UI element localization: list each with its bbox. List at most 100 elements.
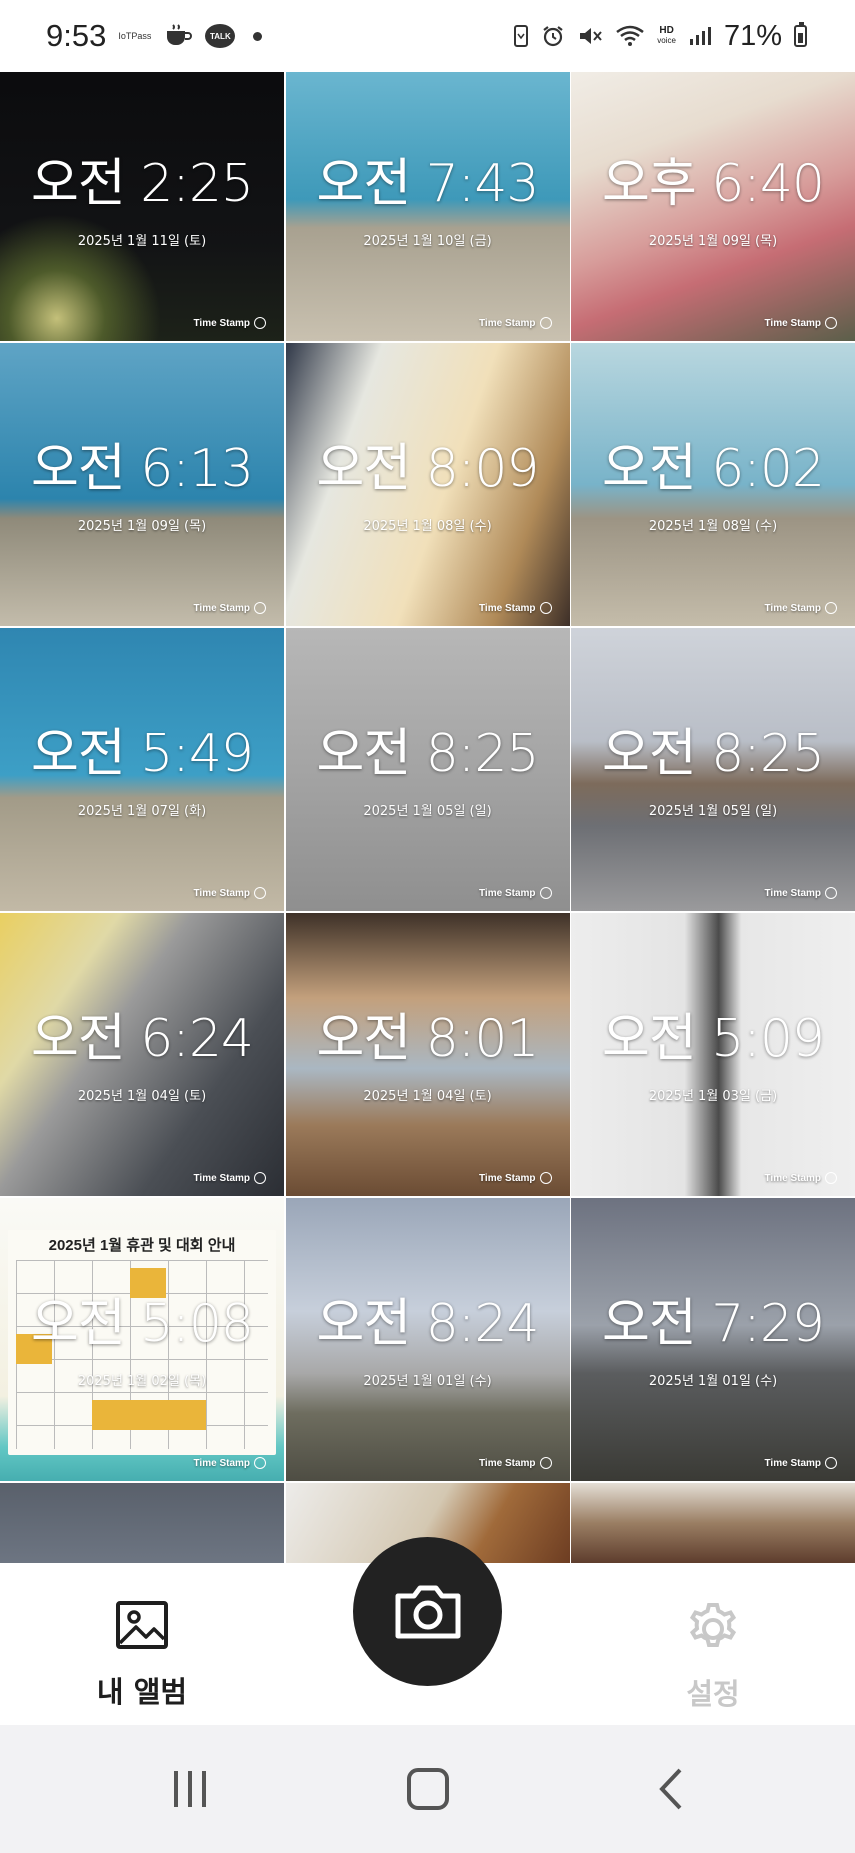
status-time: 9:53	[46, 18, 107, 53]
coffee-cup-icon	[163, 23, 193, 49]
photo-tile[interactable]: 오전 5:49 2025년 1월 07일 (화) Time Stamp	[0, 628, 284, 911]
photo-date: 2025년 1월 11일 (토)	[77, 234, 207, 249]
photo-time: 오전 8:25	[316, 724, 540, 784]
clock-icon	[539, 602, 552, 614]
photo-grid: 오전 2:25 2025년 1월 11일 (토) Time Stamp 오전 7…	[0, 58, 855, 1565]
timestamp-watermark: Time Stamp	[479, 1457, 552, 1469]
photo-tile[interactable]: 오전 7:29 2025년 1월 01일 (수) Time Stamp	[571, 1198, 855, 1481]
status-left: 9:53 IoTPass TALK	[46, 18, 263, 54]
clock-icon	[825, 1172, 837, 1184]
voice-label: voice	[657, 36, 676, 45]
nav-my-album[interactable]: 내 앨범	[72, 1599, 212, 1711]
photo-date: 2025년 1월 05일 (일)	[648, 804, 778, 819]
photo-time: 오전 5:09	[602, 1009, 825, 1069]
back-button[interactable]	[640, 1763, 700, 1815]
recent-apps-button[interactable]	[160, 1763, 220, 1815]
stamp-label: Time Stamp	[479, 1172, 536, 1184]
photo-tile[interactable]: 2025년 1월 휴관 및 대회 안내 오전 5:08 2025년 1월 02일…	[0, 1198, 284, 1481]
nav-settings-label: 설정	[686, 1677, 740, 1711]
signal-icon	[688, 25, 712, 47]
photo-tile[interactable]: 오후 6:40 2025년 1월 09일 (목) Time Stamp	[571, 58, 855, 341]
stamp-label: Time Stamp	[193, 1457, 251, 1469]
status-bar: 9:53 IoTPass TALK HD voice 71%	[0, 0, 855, 72]
photo-tile[interactable]: 오전 6:02 2025년 1월 08일 (수) Time Stamp	[571, 343, 855, 626]
stamp-label: Time Stamp	[193, 1172, 251, 1184]
clock-icon	[539, 1457, 552, 1469]
timestamp-watermark: Time Stamp	[193, 1457, 266, 1469]
photo-time: 오전 6:24	[31, 1009, 254, 1069]
calendar-title: 2025년 1월 휴관 및 대회 안내	[48, 1237, 236, 1254]
status-right: HD voice 71%	[513, 20, 807, 53]
photo-date: 2025년 1월 09일 (목)	[77, 519, 207, 534]
photo-time: 오전 6:13	[31, 439, 254, 499]
clock-icon	[254, 602, 266, 614]
nav-album-label: 내 앨범	[96, 1675, 188, 1709]
clock-icon	[539, 1172, 552, 1184]
photo-time: 오전 8:25	[602, 724, 825, 784]
clock-icon	[254, 887, 266, 899]
photo-date: 2025년 1월 01일 (수)	[648, 1374, 778, 1389]
alarm-icon	[541, 24, 565, 48]
timestamp-watermark: Time Stamp	[479, 1172, 552, 1184]
photo-date: 2025년 1월 09일 (목)	[648, 234, 778, 249]
clock-icon	[254, 317, 266, 329]
timestamp-watermark: Time Stamp	[193, 317, 266, 329]
photo-time: 오후 6:40	[602, 154, 825, 214]
clock-icon	[825, 602, 837, 614]
photo-tile[interactable]: 오전 5:09 2025년 1월 03일 (금) Time Stamp	[571, 913, 855, 1196]
timestamp-watermark: Time Stamp	[194, 887, 266, 899]
camera-button[interactable]	[353, 1537, 502, 1686]
stamp-label: Time Stamp	[764, 1172, 822, 1184]
timestamp-watermark: Time Stamp	[479, 317, 552, 329]
photo-date: 2025년 1월 03일 (금)	[648, 1089, 778, 1104]
stamp-label: Time Stamp	[764, 317, 822, 329]
clock-icon	[254, 1172, 266, 1184]
timestamp-watermark: Time Stamp	[765, 602, 837, 614]
photo-time: 오전 7:43	[316, 154, 540, 214]
photo-time: 오전 6:02	[602, 439, 825, 499]
image-icon	[116, 1601, 168, 1649]
photo-date: 2025년 1월 08일 (수)	[648, 519, 778, 534]
photo-tile[interactable]: 오전 8:25 2025년 1월 05일 (일) Time Stamp	[285, 628, 570, 911]
clock-icon	[825, 1457, 837, 1469]
photo-date: 2025년 1월 02일 (목)	[77, 1374, 207, 1389]
clock-icon	[539, 317, 552, 329]
photo-tile[interactable]: 오전 8:09 2025년 1월 08일 (수) Time Stamp	[285, 343, 570, 626]
nav-settings[interactable]: 설정	[643, 1599, 783, 1713]
photo-tile[interactable]: 오전 8:25 2025년 1월 05일 (일) Time Stamp	[571, 628, 855, 911]
photo-tile[interactable]: 오전 6:24 2025년 1월 04일 (토) Time Stamp	[0, 913, 284, 1196]
photo-time: 오전 5:08	[31, 1294, 254, 1354]
photo-time: 오전 8:24	[316, 1294, 540, 1354]
wifi-icon	[615, 24, 645, 48]
clock-icon	[825, 887, 837, 899]
home-button[interactable]	[398, 1763, 458, 1815]
clock-icon	[254, 1457, 266, 1469]
gear-icon	[689, 1603, 737, 1647]
photo-time: 오전 8:01	[316, 1009, 540, 1069]
timestamp-watermark: Time Stamp	[479, 602, 552, 614]
photo-date: 2025년 1월 04일 (토)	[77, 1089, 207, 1104]
photo-tile[interactable]: 오전 2:25 2025년 1월 11일 (토) Time Stamp	[0, 58, 284, 341]
hd-voice-icon: HD voice	[657, 26, 676, 46]
timestamp-watermark: Time Stamp	[193, 1172, 266, 1184]
back-icon	[659, 1768, 682, 1810]
mute-icon	[577, 24, 603, 48]
stamp-label: Time Stamp	[479, 602, 536, 614]
phone-icon	[513, 25, 529, 47]
photo-date: 2025년 1월 10일 (금)	[363, 234, 492, 249]
kakaotalk-icon: TALK	[205, 24, 236, 48]
stamp-label: Time Stamp	[193, 317, 251, 329]
photo-tile[interactable]	[0, 1483, 284, 1563]
photo-date: 2025년 1월 01일 (수)	[363, 1374, 492, 1389]
photo-date: 2025년 1월 08일 (수)	[363, 519, 492, 534]
timestamp-watermark: Time Stamp	[764, 317, 837, 329]
camera-icon	[395, 1585, 460, 1638]
clock-icon	[539, 887, 552, 899]
photo-tile[interactable]: 오전 6:13 2025년 1월 09일 (목) Time Stamp	[0, 343, 284, 626]
photo-tile[interactable]: 오전 8:01 2025년 1월 04일 (토) Time Stamp	[285, 913, 570, 1196]
stamp-label: Time Stamp	[479, 887, 536, 899]
photo-tile[interactable]	[571, 1483, 855, 1563]
photo-tile[interactable]: 오전 7:43 2025년 1월 10일 (금) Time Stamp	[285, 58, 570, 341]
stamp-label: Time Stamp	[764, 887, 822, 899]
photo-tile[interactable]: 오전 8:24 2025년 1월 01일 (수) Time Stamp	[285, 1198, 570, 1481]
